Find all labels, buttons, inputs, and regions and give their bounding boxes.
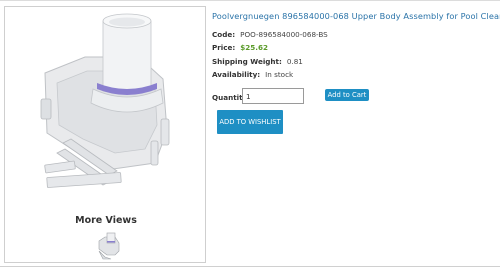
add-to-cart-button[interactable]: Add to Cart — [325, 89, 369, 101]
product-thumbnail[interactable] — [95, 231, 121, 261]
product-title: Poolvergnuegen 896584000-068 Upper Body … — [212, 11, 500, 21]
price-row: Price: $25.62 — [212, 43, 268, 52]
availability-value: In stock — [265, 70, 294, 79]
product-info-panel: Poolvergnuegen 896584000-068 Upper Body … — [208, 6, 500, 263]
shipping-weight-row: Shipping Weight: 0.81 — [212, 57, 303, 66]
shipping-weight-label: Shipping Weight: — [212, 57, 282, 66]
availability-row: Availability: In stock — [212, 70, 293, 79]
price-label: Price: — [212, 43, 236, 52]
code-label: Code: — [212, 30, 236, 39]
product-image-panel: More Views — [4, 6, 206, 263]
price-value: $25.62 — [240, 43, 269, 52]
shipping-weight-value: 0.81 — [286, 57, 303, 66]
product-code-row: Code: POO-896584000-068-BS — [212, 30, 328, 39]
more-views-heading: More Views — [75, 215, 137, 226]
add-to-wishlist-button[interactable]: ADD TO WISHLIST — [217, 110, 283, 134]
availability-label: Availability: — [212, 70, 261, 79]
product-image[interactable] — [27, 13, 187, 209]
quantity-input[interactable] — [242, 88, 304, 104]
code-value: POO-896584000-068-BS — [240, 30, 328, 39]
